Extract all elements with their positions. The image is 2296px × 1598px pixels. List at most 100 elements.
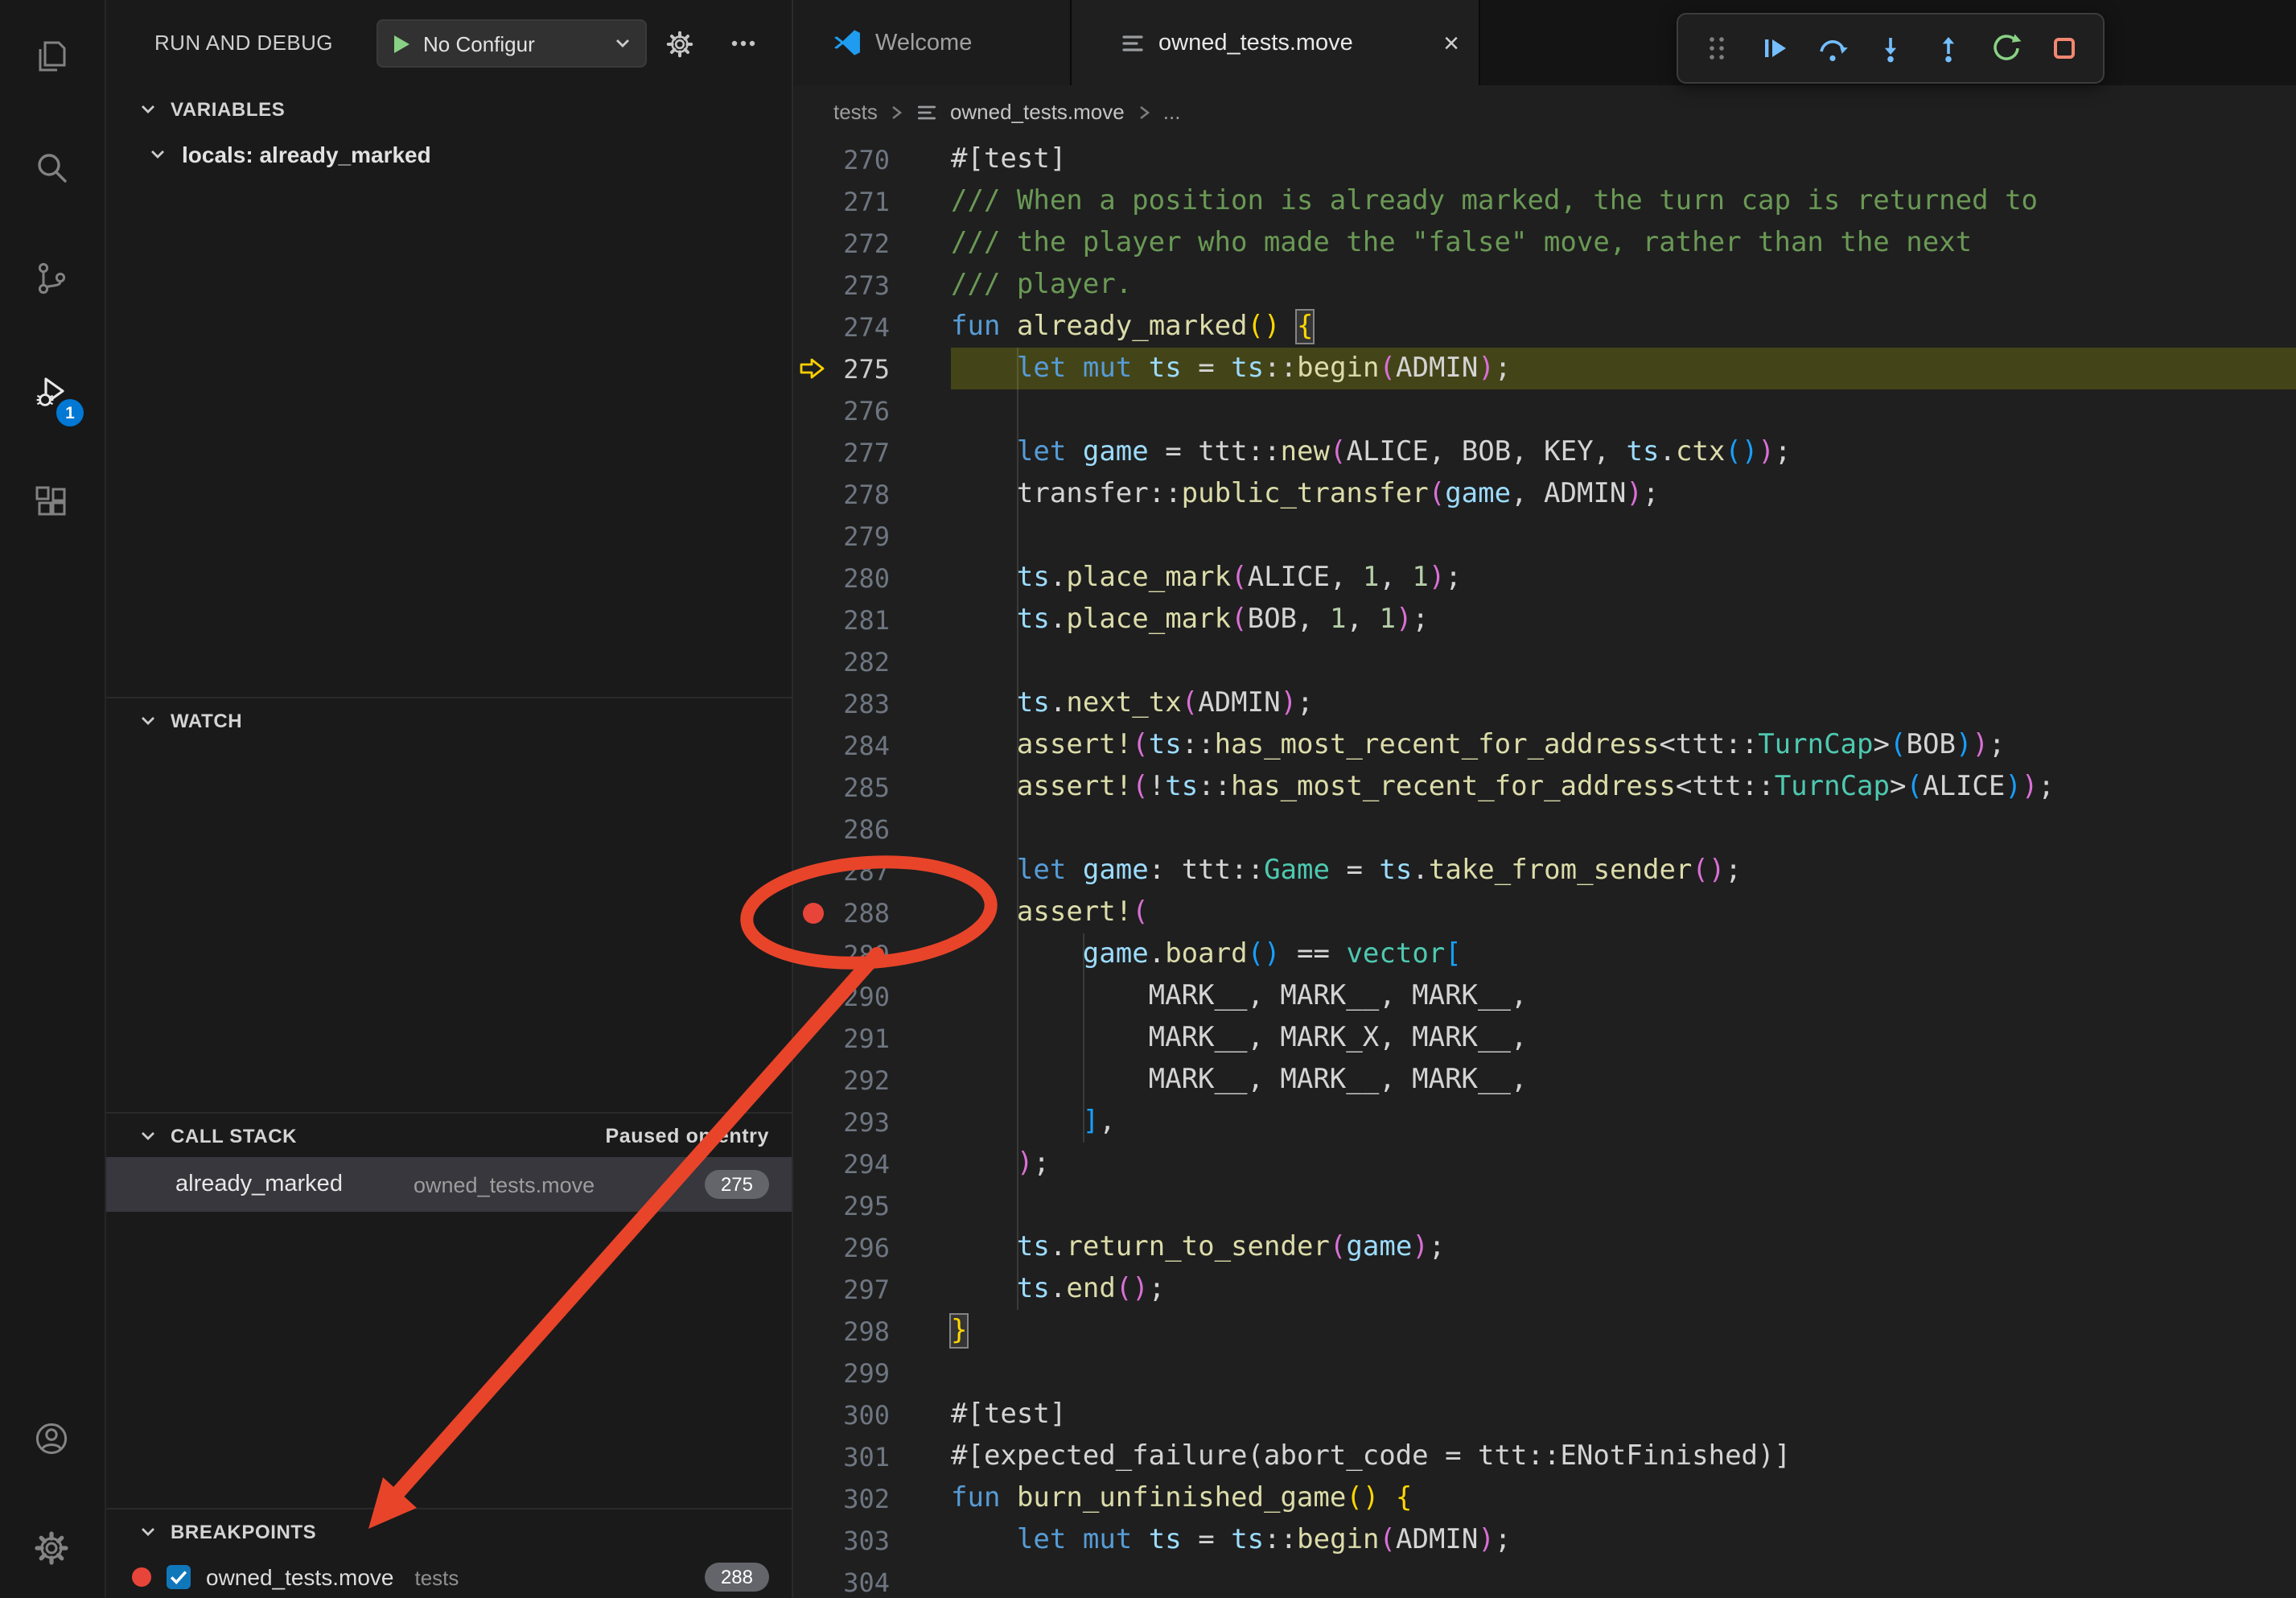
debug-continue-button[interactable] (1751, 24, 1799, 72)
activity-bar-item-search[interactable] (13, 129, 90, 206)
debug-config-dropdown[interactable]: No Configur (376, 19, 647, 68)
gutter-margin[interactable] (793, 1519, 832, 1561)
code-line-304: 304 (793, 1561, 2296, 1598)
breadcrumb-folder[interactable]: tests (833, 100, 878, 124)
gutter-margin[interactable] (793, 473, 832, 515)
breadcrumb-more[interactable]: ... (1163, 100, 1181, 124)
gutter-margin[interactable] (793, 1226, 832, 1268)
gutter-margin[interactable] (793, 850, 832, 892)
gutter-margin[interactable] (793, 515, 832, 557)
breakpoint-list-item[interactable]: owned_tests.move tests 288 (106, 1553, 792, 1598)
debug-stop-button[interactable] (2040, 24, 2088, 72)
gutter-margin[interactable] (793, 1477, 832, 1519)
code-line-text[interactable]: MARK__, MARK_X, MARK__, (951, 1022, 1527, 1054)
code-line-text[interactable]: fun already_marked() { (951, 311, 1314, 343)
breakpoints-section-header[interactable]: BREAKPOINTS (106, 1509, 792, 1553)
activity-bar-item-extensions[interactable] (13, 463, 90, 541)
code-line-text[interactable]: ts.return_to_sender(game); (951, 1231, 1445, 1263)
gutter-margin[interactable] (793, 138, 832, 180)
gutter-margin[interactable] (793, 222, 832, 264)
gutter-margin[interactable] (793, 1394, 832, 1435)
code-line-text[interactable]: #[test] (951, 143, 1066, 175)
gutter-margin[interactable] (793, 975, 832, 1017)
gutter-margin[interactable] (793, 1310, 832, 1352)
gutter-margin[interactable] (793, 557, 832, 599)
code-line-text[interactable]: ts.end(); (951, 1273, 1165, 1305)
code-line-text[interactable]: game.board() == vector[ (951, 938, 1462, 970)
tab-welcome[interactable]: Welcome (793, 0, 1072, 85)
gutter-margin[interactable] (793, 180, 832, 222)
variables-section-header[interactable]: VARIABLES (106, 87, 792, 130)
activity-bar-item-run-and-debug[interactable]: 1 (13, 352, 90, 430)
gutter-margin[interactable] (793, 1352, 832, 1394)
breakpoint-marker[interactable] (793, 892, 832, 933)
call-stack-frame-row[interactable]: already_marked owned_tests.move 275 (106, 1157, 792, 1212)
chevron-down-icon (148, 145, 167, 164)
code-line-text[interactable]: assert!(!ts::has_most_recent_for_address… (951, 771, 2055, 803)
gutter-margin[interactable] (793, 264, 832, 306)
gutter-margin[interactable] (793, 933, 832, 975)
gutter-margin[interactable] (793, 724, 832, 766)
activity-bar-item-explorer[interactable] (13, 18, 90, 95)
gutter-margin[interactable] (793, 431, 832, 473)
start-debugging-icon[interactable] (391, 33, 412, 54)
debug-step-over-button[interactable] (1808, 24, 1857, 72)
code-line-text[interactable]: /// player. (951, 269, 1132, 301)
activity-bar-item-source-control[interactable] (13, 240, 90, 317)
gutter-margin[interactable] (793, 1101, 832, 1143)
code-line-text[interactable]: let game: ttt::Game = ts.take_from_sende… (951, 855, 1742, 887)
code-line-text[interactable]: /// the player who made the "false" move… (951, 227, 1972, 259)
watch-section-header[interactable]: WATCH (106, 698, 792, 742)
code-line-text[interactable]: MARK__, MARK__, MARK__, (951, 980, 1527, 1012)
debug-step-into-button[interactable] (1866, 24, 1915, 72)
code-line-text[interactable]: #[test] (951, 1398, 1066, 1431)
gutter-margin[interactable] (793, 808, 832, 850)
code-editor[interactable]: 270#[test]271/// When a position is alre… (793, 138, 2296, 1598)
gutter-margin[interactable] (793, 1268, 832, 1310)
code-line-text[interactable]: ts.next_tx(ADMIN); (951, 687, 1314, 719)
tab-owned-tests-move[interactable]: owned_tests.move × (1072, 0, 1480, 85)
code-line-text[interactable]: /// When a position is already marked, t… (951, 185, 2038, 217)
code-line-text[interactable]: } (951, 1315, 968, 1347)
gutter-margin[interactable] (793, 599, 832, 640)
more-actions-button[interactable] (721, 21, 766, 66)
debug-current-line-marker[interactable] (793, 348, 832, 389)
code-line-text[interactable]: let mut ts = ts::begin(ADMIN); (951, 352, 1511, 385)
breakpoint-checkbox[interactable] (166, 1564, 191, 1590)
code-line-text[interactable]: ); (951, 1147, 1050, 1180)
debug-configure-gear-button[interactable] (656, 21, 702, 66)
activity-bar-item-account[interactable] (13, 1400, 90, 1477)
gutter-margin[interactable] (793, 1143, 832, 1184)
gutter-margin[interactable] (793, 1435, 832, 1477)
close-icon[interactable]: × (1443, 29, 1459, 56)
activity-bar-item-settings[interactable] (13, 1509, 90, 1587)
breadcrumb-file[interactable]: owned_tests.move (950, 100, 1125, 124)
gutter-margin[interactable] (793, 306, 832, 348)
debug-step-out-button[interactable] (1924, 24, 1973, 72)
gutter-margin[interactable] (793, 1184, 832, 1226)
code-line-text[interactable]: let game = ttt::new(ALICE, BOB, KEY, ts.… (951, 436, 1791, 468)
debug-toolbar-drag-handle[interactable] (1693, 24, 1741, 72)
code-line-text[interactable]: ], (951, 1106, 1116, 1138)
gutter-margin[interactable] (793, 640, 832, 682)
code-line-text[interactable]: #[expected_failure(abort_code = ttt::ENo… (951, 1440, 1791, 1472)
code-line-text[interactable]: ts.place_mark(BOB, 1, 1); (951, 603, 1429, 636)
gutter-margin[interactable] (793, 1017, 832, 1059)
code-line-text[interactable]: assert!( (951, 896, 1149, 929)
code-line-284: 284 assert!(ts::has_most_recent_for_addr… (793, 724, 2296, 766)
gutter-margin[interactable] (793, 1059, 832, 1101)
gutter-margin[interactable] (793, 389, 832, 431)
call-stack-section-header[interactable]: CALL STACK Paused on entry (106, 1114, 792, 1157)
code-line-text[interactable]: assert!(ts::has_most_recent_for_address<… (951, 729, 2005, 761)
code-line-text[interactable]: ts.place_mark(ALICE, 1, 1); (951, 562, 1462, 594)
code-line-text[interactable]: MARK__, MARK__, MARK__, (951, 1064, 1527, 1096)
code-line-text[interactable]: transfer::public_transfer(game, ADMIN); (951, 478, 1659, 510)
variables-scope-row[interactable]: locals: already_marked (106, 130, 792, 179)
gutter-margin[interactable] (793, 766, 832, 808)
gutter-margin[interactable] (793, 1561, 832, 1598)
code-line-285: 285 assert!(!ts::has_most_recent_for_add… (793, 766, 2296, 808)
code-line-text[interactable]: fun burn_unfinished_game() { (951, 1482, 1412, 1514)
code-line-text[interactable]: let mut ts = ts::begin(ADMIN); (951, 1524, 1511, 1556)
debug-restart-button[interactable] (1982, 24, 2031, 72)
gutter-margin[interactable] (793, 682, 832, 724)
